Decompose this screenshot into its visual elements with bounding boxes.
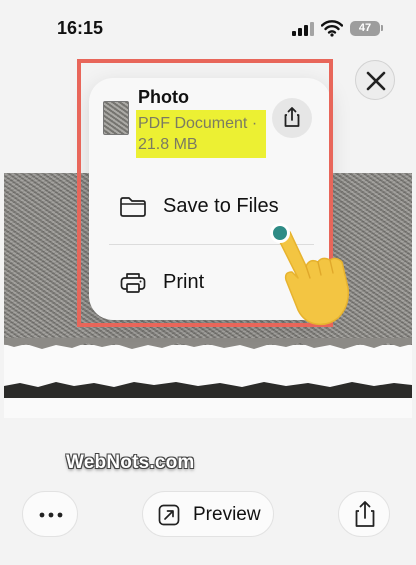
battery-icon: 47	[350, 21, 380, 36]
preview-button[interactable]: Preview	[142, 491, 274, 537]
share-button[interactable]	[338, 491, 390, 537]
close-icon	[366, 71, 386, 91]
pointing-hand-icon	[279, 229, 350, 326]
preview-label: Preview	[193, 504, 261, 525]
tap-indicator	[270, 223, 290, 243]
folder-icon	[120, 197, 146, 217]
signal-icon	[292, 22, 316, 36]
wifi-icon	[321, 20, 343, 37]
torn-edge	[4, 338, 412, 349]
more-icon	[39, 512, 63, 518]
more-button[interactable]	[22, 491, 78, 537]
close-button[interactable]	[355, 60, 395, 100]
save-to-files-label: Save to Files	[163, 195, 279, 217]
share-icon	[355, 501, 375, 527]
battery-cap	[381, 25, 383, 31]
menu-share-button[interactable]	[272, 98, 312, 138]
print-label: Print	[163, 271, 205, 293]
status-time: 16:15	[57, 18, 104, 38]
watermark: WebNots.com	[66, 452, 195, 473]
save-to-files-item[interactable]: Save to Files	[89, 182, 331, 232]
preview-arrow-icon	[158, 504, 180, 526]
status-bar: 16:15 47	[0, 0, 416, 56]
battery-level: 47	[358, 22, 372, 34]
document-dark-strip	[4, 382, 412, 398]
printer-icon	[120, 273, 146, 293]
menu-subtitle: PDF Document · 21.8 MB	[136, 110, 266, 158]
document-thumbnail	[103, 101, 129, 135]
menu-title: Photo	[138, 87, 189, 107]
share-icon	[284, 107, 300, 127]
